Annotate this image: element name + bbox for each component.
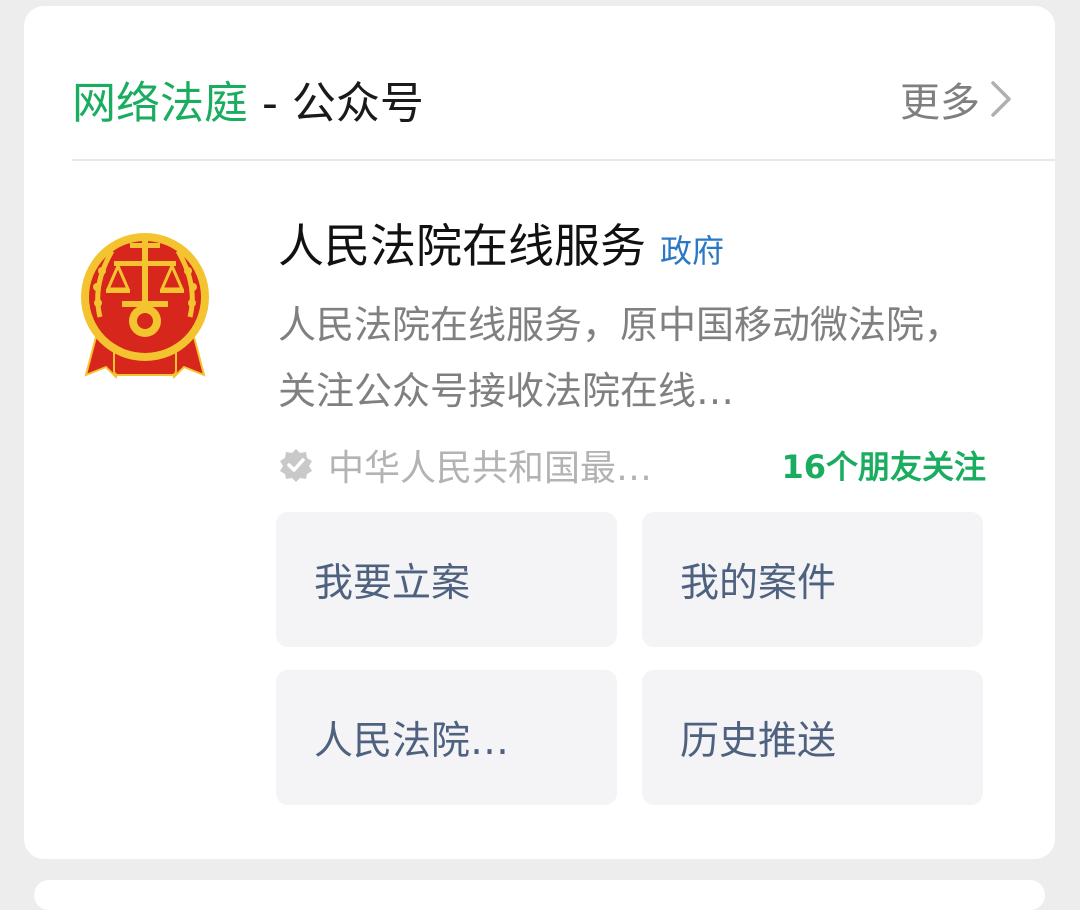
section-title: 网络法庭 - 公众号 xyxy=(72,67,424,131)
menu-button-peoples-court[interactable]: 人民法院… xyxy=(276,670,617,805)
section-title-suffix: - 公众号 xyxy=(248,78,424,129)
account-meta: 中华人民共和国最… 16个朋友关注 xyxy=(278,438,986,492)
court-emblem-icon xyxy=(81,233,209,380)
government-badge: 政府 xyxy=(660,232,725,270)
more-label: 更多 xyxy=(900,80,980,126)
header-divider xyxy=(72,159,1055,161)
account-info[interactable]: 人民法院在线服务 政府 人民法院在线服务，原中国移动微法院，关注公众号接收法院在… xyxy=(278,210,998,492)
account-name-row: 人民法院在线服务 政府 xyxy=(278,210,998,280)
menu-button-my-cases[interactable]: 我的案件 xyxy=(642,512,983,647)
menu-button-history-push[interactable]: 历史推送 xyxy=(642,670,983,805)
section-title-keyword: 网络法庭 xyxy=(72,78,248,129)
account-name: 人民法院在线服务 xyxy=(278,219,646,273)
verified-icon xyxy=(280,449,312,482)
section-header: 网络法庭 - 公众号 更多 xyxy=(72,64,1012,134)
friends-following-count: 16个朋友关注 xyxy=(781,448,986,486)
account-description: 人民法院在线服务，原中国移动微法院，关注公众号接收法院在线… xyxy=(278,303,963,413)
more-button[interactable]: 更多 xyxy=(900,70,1012,128)
organization-name: 中华人民共和国最… xyxy=(328,448,653,489)
account-avatar[interactable] xyxy=(78,225,212,385)
verified-organization: 中华人民共和国最… xyxy=(278,439,652,491)
next-result-card xyxy=(34,880,1045,910)
chevron-right-icon xyxy=(991,81,1011,117)
menu-button-file-case[interactable]: 我要立案 xyxy=(276,512,617,647)
